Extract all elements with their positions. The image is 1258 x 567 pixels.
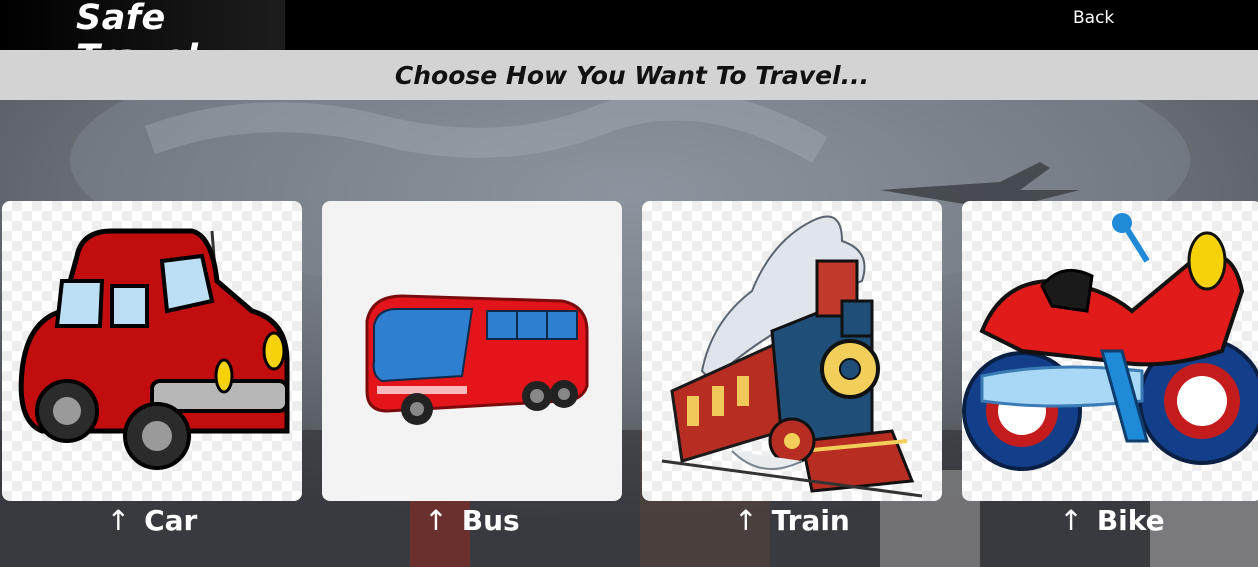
motorbike-icon bbox=[962, 213, 1258, 471]
up-arrow-icon: ↑ bbox=[106, 504, 131, 537]
train-option-card[interactable] bbox=[642, 201, 942, 501]
car-option-card[interactable] bbox=[2, 201, 302, 501]
train-icon bbox=[661, 215, 923, 498]
bus-label: Bus bbox=[461, 504, 520, 537]
up-arrow-icon: ↑ bbox=[734, 504, 758, 537]
bike-label: Bike bbox=[1096, 504, 1165, 537]
top-navigation-bar: Safe Travel Back bbox=[0, 0, 1258, 78]
back-link[interactable]: Back bbox=[1073, 8, 1114, 28]
bus-option-card[interactable] bbox=[322, 201, 622, 501]
page-title: Choose How You Want To Travel... bbox=[394, 61, 870, 90]
bus-icon bbox=[365, 294, 589, 425]
bike-option-card[interactable] bbox=[962, 201, 1258, 501]
page-heading-bar: Choose How You Want To Travel... bbox=[0, 50, 1258, 100]
car-icon bbox=[18, 228, 290, 470]
up-arrow-icon: ↑ bbox=[1059, 504, 1083, 537]
option-label-bike[interactable]: ↑ Bike bbox=[962, 504, 1258, 537]
option-label-bus[interactable]: ↑ Bus bbox=[322, 504, 622, 537]
option-label-train[interactable]: ↑ Train bbox=[642, 504, 942, 537]
car-label: Car bbox=[144, 504, 198, 537]
option-label-car[interactable]: ↑ Car bbox=[2, 504, 302, 537]
up-arrow-icon: ↑ bbox=[424, 504, 448, 537]
train-label: Train bbox=[771, 504, 850, 537]
brand-logo[interactable]: Safe Travel bbox=[0, 0, 285, 78]
